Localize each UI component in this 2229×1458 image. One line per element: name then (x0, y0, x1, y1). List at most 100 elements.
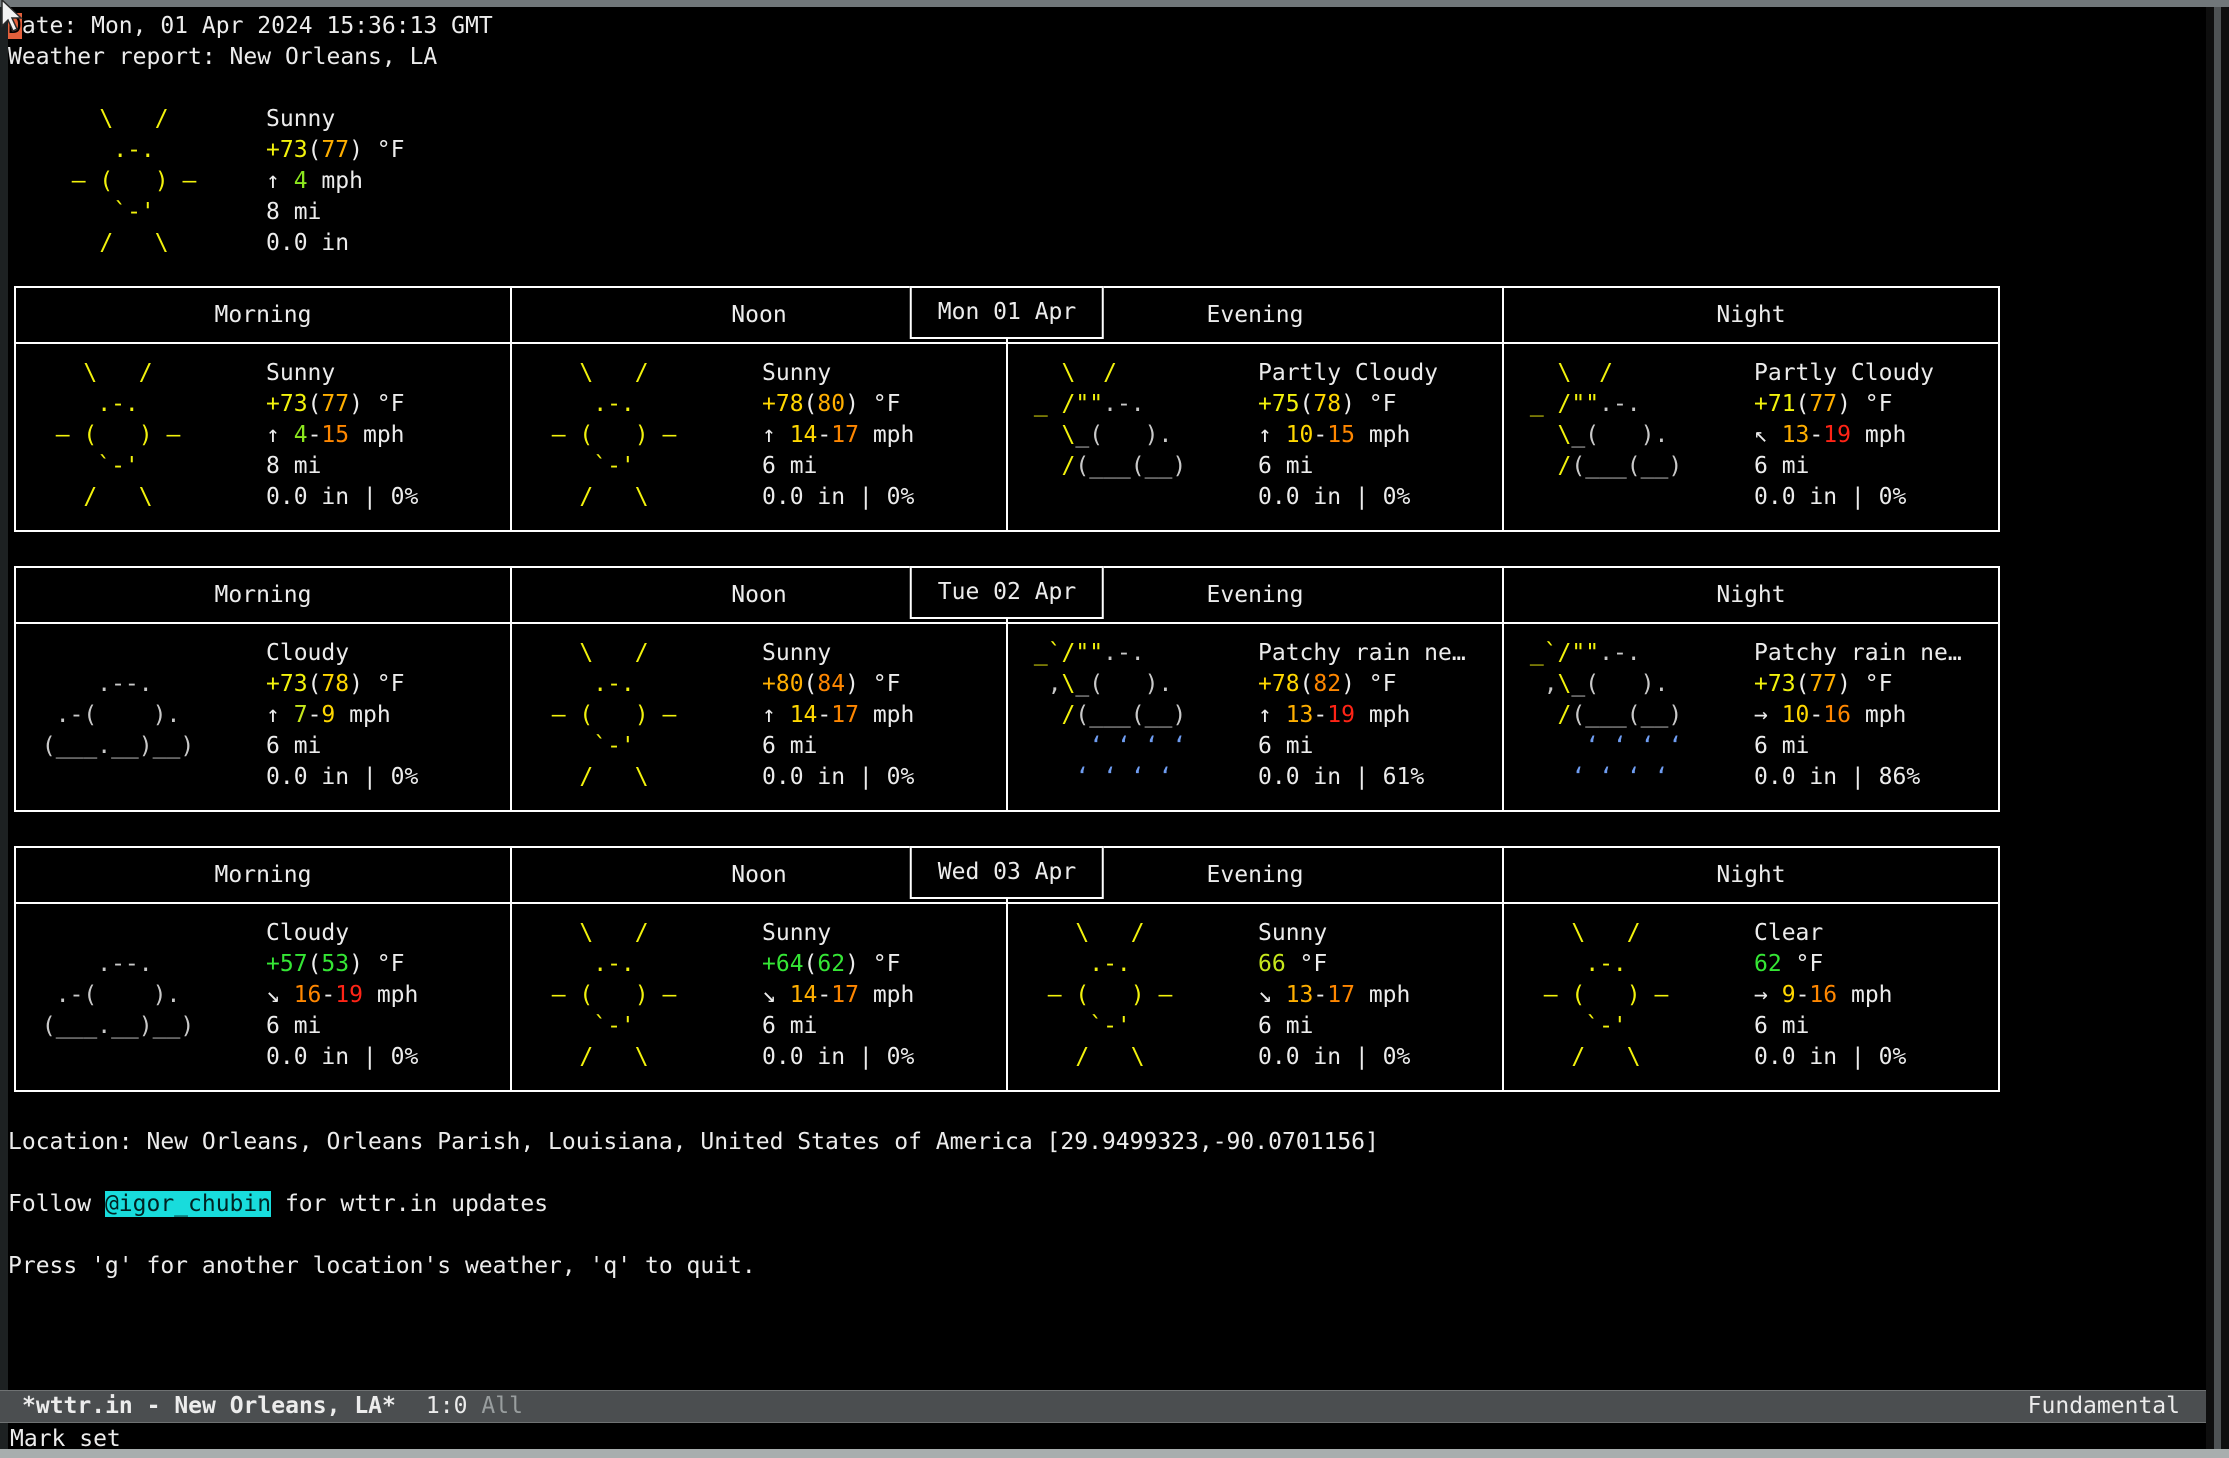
text-segment: \ (1020, 422, 1075, 448)
text-segment: 19 (1327, 702, 1355, 728)
forecast-cell: \ / .-. ― ( ) ― `-' / \ Sunny +73(77) °F… (16, 344, 512, 530)
text-segment: 62 (817, 951, 845, 977)
twitter-handle-link[interactable]: @igor_chubin (105, 1191, 271, 1217)
text-segment: `-' (524, 1013, 635, 1039)
text-segment: _`/"" (1516, 640, 1599, 666)
text-segment: \ / (524, 640, 649, 666)
modeline-major-mode[interactable]: Fundamental (2028, 1391, 2180, 1422)
text-segment: \ (1516, 422, 1571, 448)
partly-icon: \ / _ /"".-. \_( ). /(___(__) (1020, 358, 1258, 513)
text-segment: .-. (1103, 640, 1145, 666)
text-segment: ↘ (1258, 982, 1286, 1008)
cell-info: Sunny 66 °F ↘ 13-17 mph 6 mi 0.0 in | 0% (1258, 918, 1410, 1073)
scrollbar-track[interactable] (2206, 7, 2229, 1449)
text-segment: 17 (831, 422, 859, 448)
modeline-buffer-name[interactable]: *wttr.in - New Orleans, LA* (22, 1391, 396, 1422)
text-segment: 66 (1258, 951, 1286, 977)
text-segment: 8 mi (266, 199, 321, 225)
text-segment: / \ (1516, 1044, 1641, 1070)
text-segment: / \ (28, 484, 153, 510)
forecast-cell: \ / .-. ― ( ) ― `-' / \ Sunny 66 °F ↘ 13… (1008, 904, 1504, 1090)
text-segment: , (1516, 671, 1558, 697)
text-segment: ( (1796, 391, 1810, 417)
text-segment: 19 (335, 982, 363, 1008)
text-segment: .-. (28, 391, 139, 417)
text-segment: ‘ ‘ ‘ ‘ (1516, 764, 1668, 790)
cell-info: Sunny +78(80) °F ↑ 14-17 mph 6 mi 0.0 in… (762, 358, 914, 513)
text-segment: +78 (762, 391, 804, 417)
text-segment: 77 (1809, 671, 1837, 697)
text-segment: ) °F (349, 671, 404, 697)
text-segment: 16 (1823, 702, 1851, 728)
text-segment: / (1020, 453, 1075, 479)
text-segment: 4 (294, 422, 308, 448)
sunny-icon: \ / .-. ― ( ) ― `-' / \ (1020, 918, 1258, 1073)
text-segment: +71 (1754, 391, 1796, 417)
day-label: Mon 01 Apr (910, 286, 1104, 339)
text-segment: 6 mi (1754, 733, 1809, 759)
text-segment: 0.0 in | 0% (1754, 1044, 1906, 1070)
text-segment: ( (1300, 671, 1314, 697)
text-segment: 6 mi (266, 1013, 321, 1039)
text-segment: mph (859, 702, 914, 728)
text-segment: mph (308, 168, 363, 194)
text-segment: Patchy rain ne… (1258, 640, 1466, 666)
cell-info: Clear 62 °F → 9-16 mph 6 mi 0.0 in | 0% (1754, 918, 1906, 1073)
text-segment: ― ( ) ― (1516, 982, 1668, 1008)
column-header-night: Night (1504, 288, 1998, 342)
text-segment: Partly Cloudy (1754, 360, 1934, 386)
text-segment: °F (1286, 951, 1328, 977)
sunny-icon: \ / .-. ― ( ) ― `-' / \ (1516, 918, 1754, 1073)
text-segment: Sunny (266, 360, 335, 386)
text-segment: 6 mi (762, 453, 817, 479)
text-segment: +73 (266, 391, 308, 417)
text-segment: ‘ ‘ ‘ ‘ (1516, 733, 1682, 759)
text-segment: , (1020, 671, 1062, 697)
text-segment: 0.0 in | 0% (762, 484, 914, 510)
text-segment: 0.0 in | 0% (266, 1044, 418, 1070)
frame-bottom-border (0, 1449, 2229, 1458)
sunny-icon: \ / .-. ― ( ) ― `-' / \ (524, 358, 762, 513)
text-segment: 6 mi (1754, 1013, 1809, 1039)
text-segment: `-' (1516, 1013, 1627, 1039)
scrollbar-thumb[interactable] (2214, 7, 2221, 1449)
text-segment: (___.__)__) (28, 1013, 194, 1039)
forecast-days: Mon 01 Apr MorningNoonEveningNight \ / .… (8, 286, 2206, 1092)
text-segment: _ /"" (1020, 391, 1103, 417)
text-segment: 6 mi (266, 733, 321, 759)
text-segment: 77 (321, 137, 349, 163)
text-segment: / (1516, 702, 1571, 728)
text-segment: - (308, 422, 322, 448)
modeline-scroll-indicator: All (481, 1391, 523, 1422)
text-segment: 16 (294, 982, 322, 1008)
text-segment: (___.__)__) (28, 733, 194, 759)
text-segment: mph (363, 982, 418, 1008)
text-segment: - (1809, 702, 1823, 728)
text-segment: +78 (1258, 671, 1300, 697)
text-segment: 9 (1782, 982, 1796, 1008)
text-segment: Patchy rain ne… (1754, 640, 1962, 666)
text-segment: \ / (1020, 920, 1145, 946)
text-segment: mph (1355, 982, 1410, 1008)
patchy-icon: _`/"".-. ,\_( ). /(___(__) ‘ ‘ ‘ ‘ ‘ ‘ ‘… (1516, 638, 1754, 793)
text-segment: ― ( ) ― (524, 982, 676, 1008)
text-segment: ↘ (266, 982, 294, 1008)
forecast-cell: \ / _ /"".-. \_( ). /(___(__) Partly Clo… (1008, 344, 1504, 530)
text-segment: 0.0 in | 0% (1258, 484, 1410, 510)
text-segment: ) °F (845, 951, 900, 977)
text-segment: → (1754, 702, 1782, 728)
blank-line (8, 1220, 2206, 1251)
text-segment: _( ). (1075, 422, 1172, 448)
emacs-modeline[interactable]: *wttr.in - New Orleans, LA* 1:0 All Fund… (0, 1390, 2206, 1423)
text-segment: ) °F (1341, 671, 1396, 697)
sunny-icon: \ / .-. ― ( ) ― `-' / \ (28, 358, 266, 513)
day-label: Tue 02 Apr (910, 566, 1104, 619)
text-segment: 17 (831, 702, 859, 728)
text-segment: 19 (1823, 422, 1851, 448)
text-segment: \ / (1516, 360, 1613, 386)
text-segment: 6 mi (1258, 733, 1313, 759)
text-segment: ( (1300, 391, 1314, 417)
text-segment: .-. (524, 671, 635, 697)
text-segment: 80 (817, 391, 845, 417)
text-segment: / \ (524, 484, 649, 510)
